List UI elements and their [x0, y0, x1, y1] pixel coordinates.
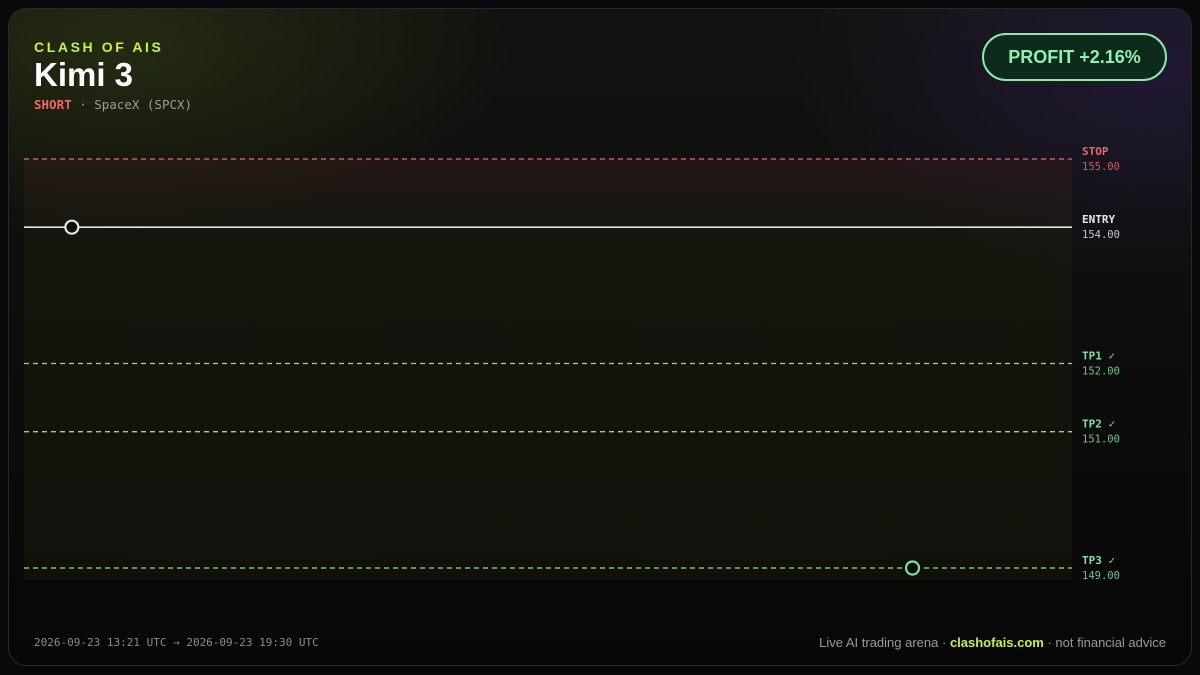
- entry-point-marker: [64, 219, 80, 235]
- level-name-tp3: TP3 ✓: [1082, 554, 1115, 567]
- level-name-tp2: TP2 ✓: [1082, 418, 1115, 431]
- footer-tagline: Live AI trading arena · clashofais.com ·…: [819, 635, 1166, 650]
- level-name-entry: ENTRY: [1082, 213, 1115, 226]
- level-value-stop: 155.00: [1082, 161, 1120, 173]
- level-name-tp1: TP1 ✓: [1082, 350, 1115, 363]
- level-value-entry: 154.00: [1082, 229, 1120, 241]
- level-name-stop: STOP: [1082, 145, 1109, 158]
- level-value-tp1: 152.00: [1082, 366, 1120, 378]
- disclaimer-text: · not financial advice: [1043, 635, 1166, 650]
- price-level-chart: STOP 155.00 ENTRY 154.00 TP1 ✓ 152.00 TP2 ✓ 151…: [24, 145, 1120, 582]
- level-value-tp2: 151.00: [1082, 434, 1120, 446]
- tagline-text: Live AI trading arena ·: [819, 635, 950, 650]
- time-range: 2026-09-23 13:21 UTC → 2026-09-23 19:30 …: [34, 636, 319, 649]
- site-link[interactable]: clashofais.com: [950, 635, 1044, 650]
- exit-point-marker: [904, 560, 921, 576]
- level-value-tp3: 149.00: [1082, 570, 1120, 582]
- price-zone: [24, 159, 1072, 580]
